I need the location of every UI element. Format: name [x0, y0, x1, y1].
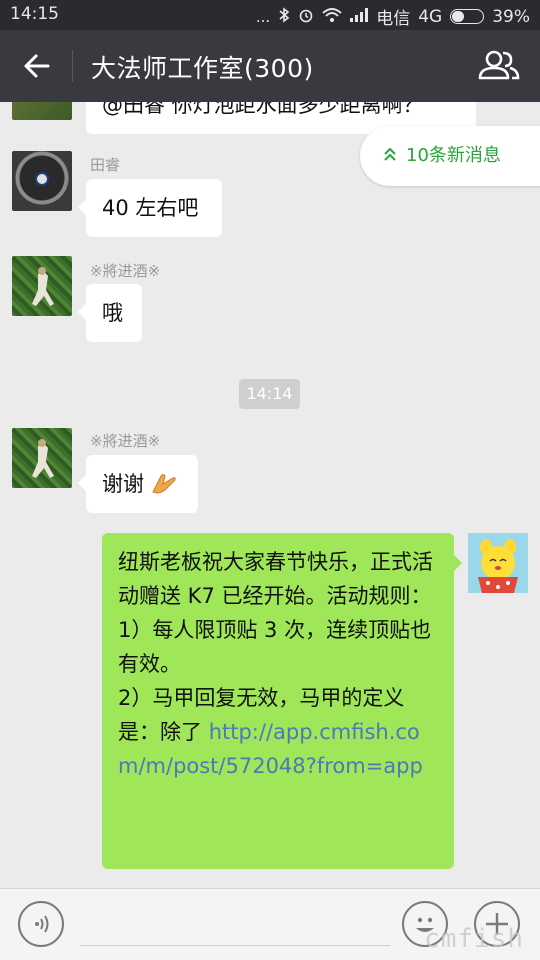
back-button[interactable] [16, 44, 60, 88]
steering-wheel-image [35, 172, 49, 186]
person-photo-image [32, 267, 54, 306]
chat-messages[interactable]: @田睿 你灯泡距水面多少距离啊？ 10条新消息 田睿 40 左右吧 ※將进酒※ … [0, 102, 540, 888]
status-indicators: ... 电信 4G 39% [255, 4, 530, 30]
voice-button[interactable] [18, 901, 64, 947]
sender-name: ※將进酒※ [90, 432, 161, 450]
signal-icon [350, 7, 369, 26]
avatar[interactable] [12, 151, 72, 211]
message-input[interactable] [80, 945, 390, 946]
message-bubble[interactable]: 哦 [78, 284, 142, 342]
battery-percent: 39% [492, 6, 530, 27]
bluetooth-icon [278, 6, 290, 27]
voice-icon [35, 915, 49, 933]
input-bar: cmfish [0, 888, 540, 960]
status-time: 14:15 [10, 4, 59, 24]
avatar[interactable] [12, 256, 72, 316]
dots-icon: ... [255, 7, 271, 26]
avatar[interactable] [12, 102, 72, 120]
group-info-button[interactable] [476, 44, 522, 88]
avatar[interactable] [12, 428, 72, 488]
thanks-hands-emoji-icon [151, 474, 176, 494]
timestamp: 14:14 [239, 379, 300, 409]
double-chevron-up-icon [384, 127, 396, 187]
my-message-bubble[interactable]: 纽斯老板祝大家春节快乐，正式活动赠送 K7 已经开始。活动规则： 1）每人限顶贴… [102, 533, 462, 869]
chat-title: 大法师工作室(300) [91, 54, 314, 83]
status-bar: 14:15 ... 电信 4G 39% [0, 0, 540, 30]
sender-name: 田睿 [90, 156, 121, 174]
carrier-label: 电信 [376, 9, 411, 29]
message-text: @田睿 你灯泡距水面多少距离啊？ [102, 102, 424, 117]
battery-icon [450, 9, 485, 24]
wifi-icon [322, 7, 342, 27]
message-text: 纽斯老板祝大家春节快乐，正式活动赠送 K7 已经开始。活动规则： [118, 550, 433, 608]
message-text: 40 左右吧 [102, 196, 199, 220]
new-messages-button[interactable]: 10条新消息 [360, 126, 540, 186]
message-bubble[interactable]: 谢谢 [78, 455, 198, 513]
network-label: 4G [418, 6, 443, 27]
watermark: cmfish [424, 924, 524, 954]
cartoon-bear-image [468, 533, 528, 593]
chat-header: 大法师工作室(300) [0, 30, 540, 102]
sender-name: ※將进酒※ [90, 262, 161, 280]
message-text: 谢谢 [102, 472, 144, 496]
back-arrow-icon [24, 54, 50, 78]
header-divider [72, 50, 73, 82]
alarm-icon [298, 7, 314, 27]
group-members-icon [478, 50, 520, 80]
message-text: 哦 [102, 301, 123, 325]
person-photo-image [32, 439, 54, 478]
message-text: 1）每人限顶贴 3 次，连续顶贴也有效。 [118, 618, 432, 676]
message-bubble[interactable]: 40 左右吧 [78, 179, 222, 237]
my-avatar[interactable] [468, 533, 528, 593]
new-messages-label: 10条新消息 [406, 145, 501, 166]
